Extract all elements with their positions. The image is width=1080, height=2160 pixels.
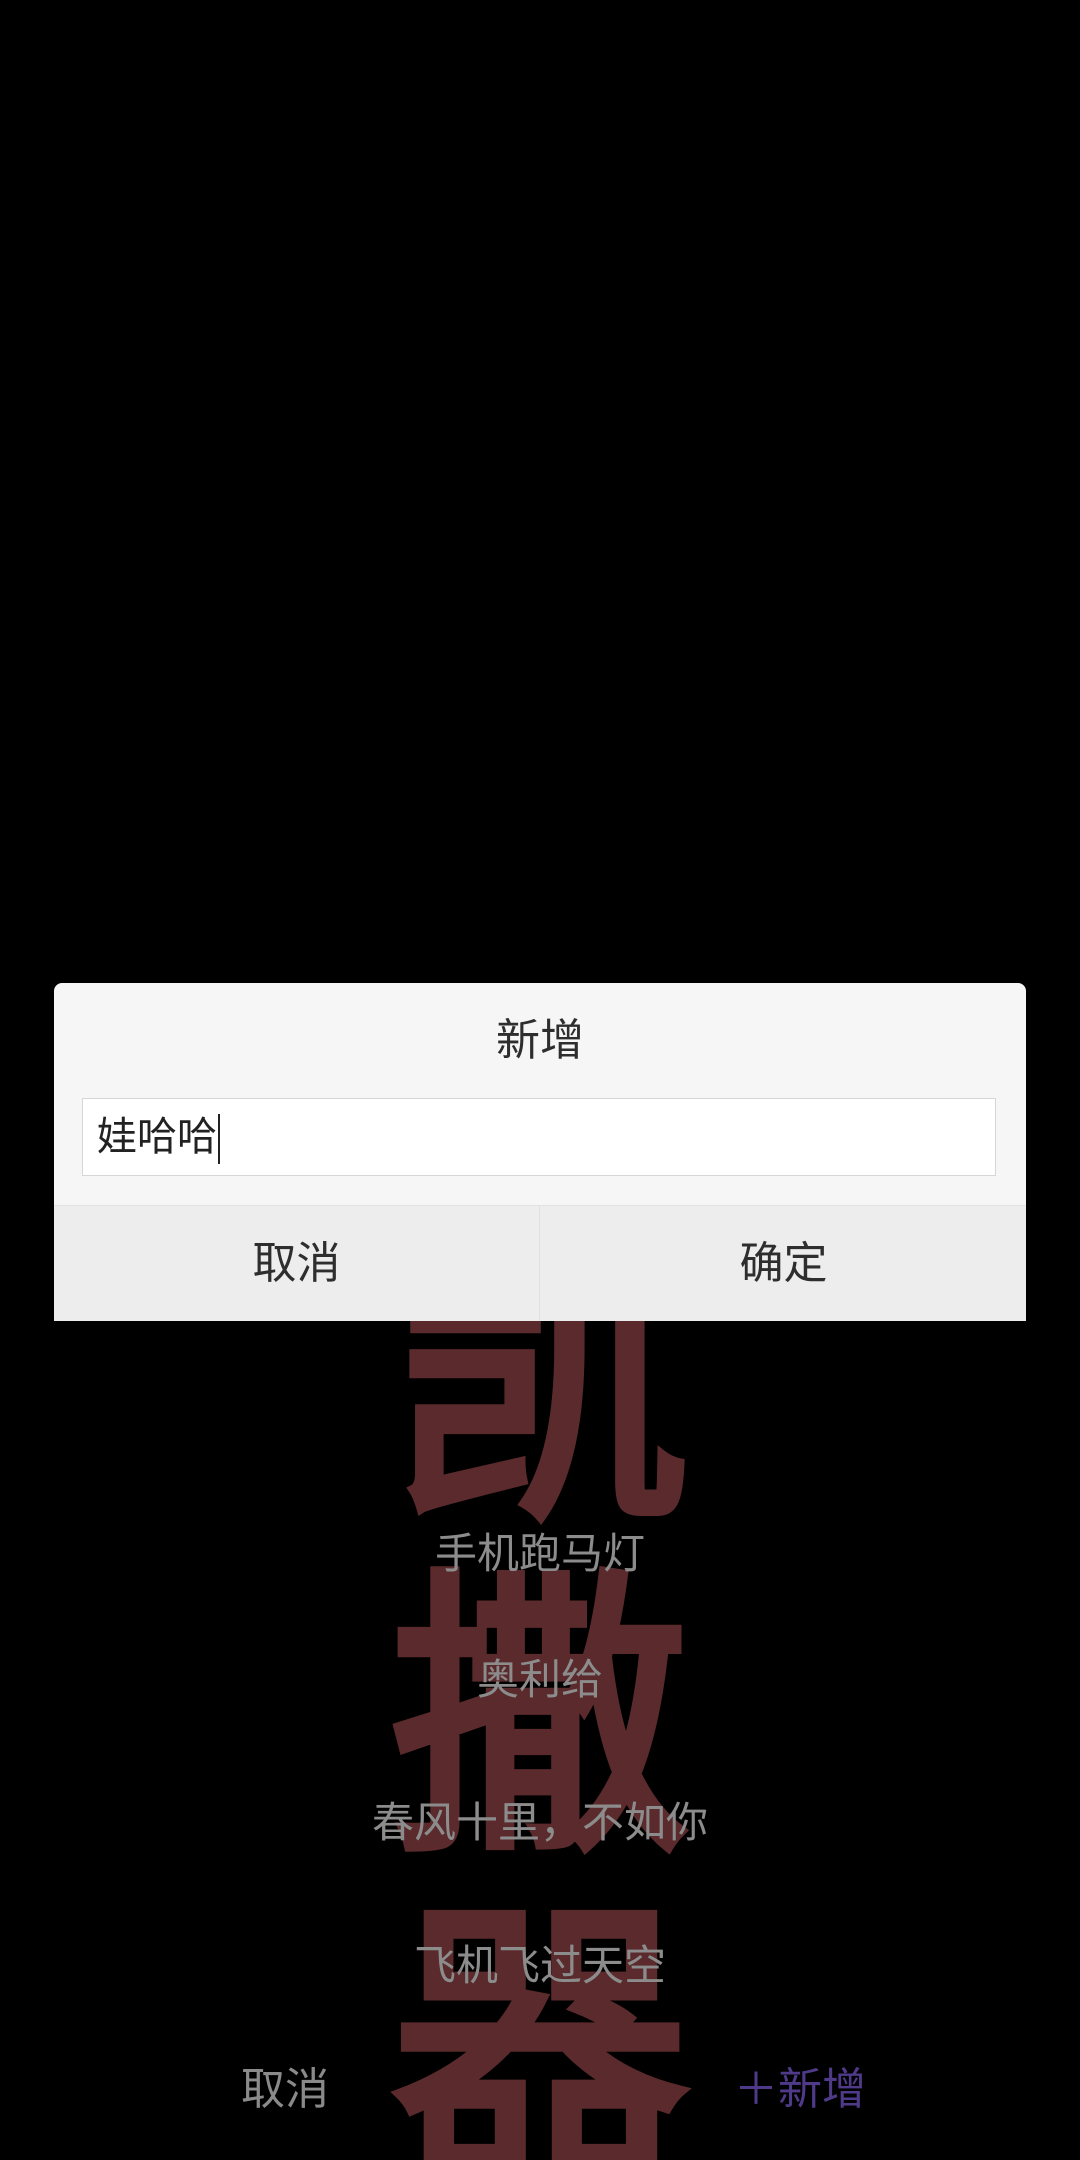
list-item[interactable]: 春风十里，不如你 (0, 1751, 1080, 1894)
dialog-confirm-button[interactable]: 确定 (541, 1206, 1026, 1321)
bottom-add-button[interactable]: ＋新增 (720, 2050, 880, 2130)
text-caret (218, 1114, 220, 1164)
dialog-title: 新增 (496, 1015, 584, 1066)
dialog-divider (539, 1206, 540, 1321)
bottom-bar: 取消 ＋新增 (0, 2050, 1080, 2130)
bottom-cancel-button[interactable]: 取消 (200, 2050, 370, 2130)
dialog-actions: 取消 确定 (54, 1205, 1026, 1321)
dialog-cancel-button[interactable]: 取消 (54, 1206, 539, 1321)
list-item[interactable]: 手机跑马灯 (0, 1500, 1080, 1608)
preset-list: 手机跑马灯 奥利给 春风十里，不如你 飞机飞过天空 (0, 1500, 1080, 2037)
list-item[interactable]: 飞机飞过天空 (0, 1894, 1080, 2037)
screen: 凯撒器 手机跑马灯 奥利给 春风十里，不如你 飞机飞过天空 取消 ＋新增 新增 … (0, 0, 1080, 2160)
list-item[interactable]: 奥利给 (0, 1608, 1080, 1751)
dialog-text-input[interactable]: 娃哈哈 (82, 1098, 996, 1176)
dialog-input-value: 娃哈哈 (97, 1114, 217, 1160)
add-dialog: 新增 娃哈哈 取消 确定 (54, 983, 1026, 1321)
